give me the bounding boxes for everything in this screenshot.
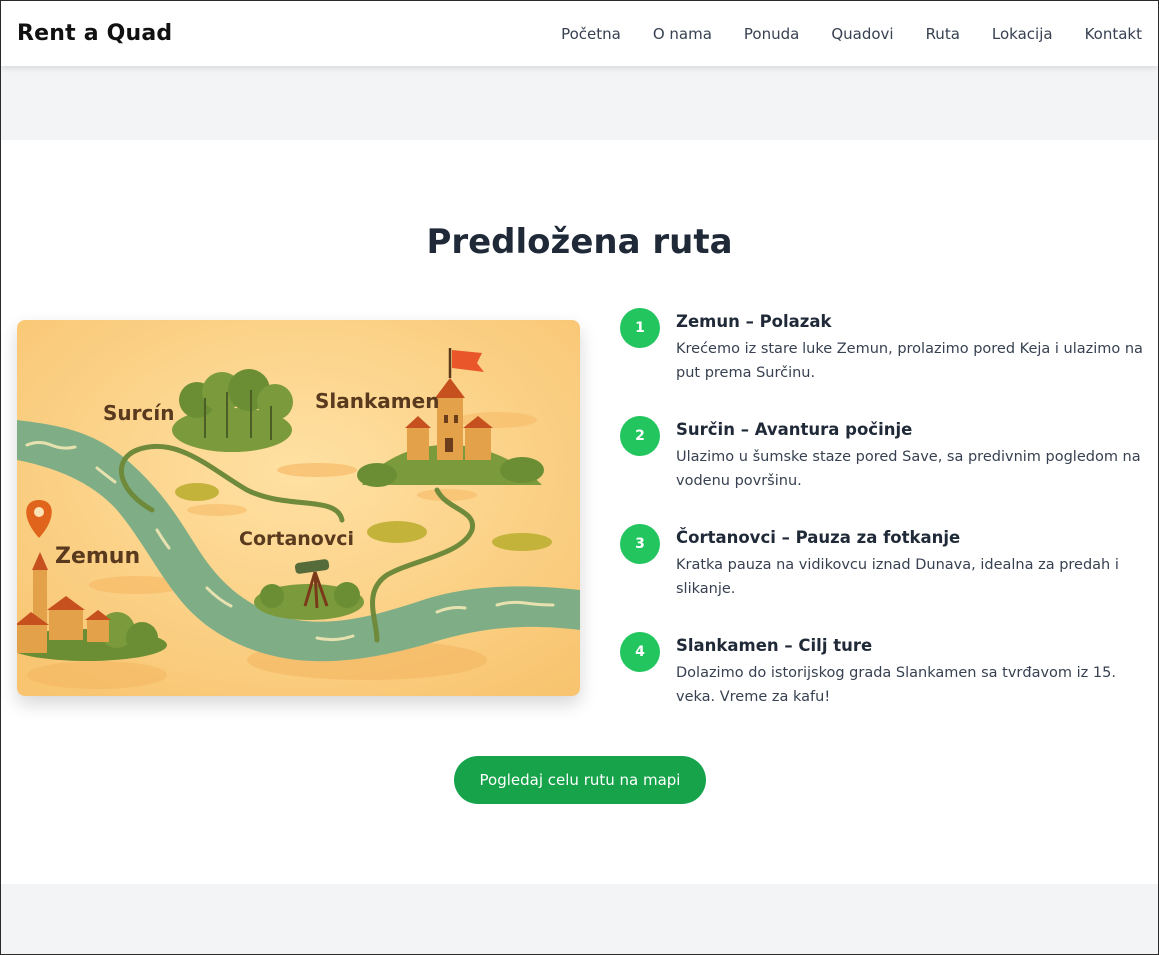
route-map-illustration: Surcín Slankamen Cortanovci Zemun	[17, 320, 580, 696]
site-header: Rent a Quad Početna O nama Ponuda Quadov…	[1, 1, 1158, 66]
step-number-badge: 4	[620, 632, 660, 672]
map-label-zemun: Zemun	[55, 544, 140, 569]
step-title: Surčin – Avantura počinje	[676, 420, 913, 439]
nav-link-o-nama[interactable]: O nama	[653, 25, 712, 43]
view-route-map-button[interactable]: Pogledaj celu rutu na mapi	[454, 756, 706, 804]
route-step: 2 Surčin – Avantura počinje Ulazimo u šu…	[620, 416, 1150, 524]
route-step: 4 Slankamen – Cilj ture Dolazimo do isto…	[620, 632, 1150, 740]
main-nav: Početna O nama Ponuda Quadovi Ruta Lokac…	[529, 25, 1142, 43]
nav-link-kontakt[interactable]: Kontakt	[1085, 25, 1142, 43]
nav-link-pocetna[interactable]: Početna	[561, 25, 621, 43]
route-step: 3 Čortanovci – Pauza za fotkanje Kratka …	[620, 524, 1150, 632]
step-number-badge: 1	[620, 308, 660, 348]
step-number-badge: 2	[620, 416, 660, 456]
route-step: 1 Zemun – Polazak Krećemo iz stare luke …	[620, 308, 1150, 416]
step-description: Ulazimo u šumske staze pored Save, sa pr…	[676, 449, 1141, 489]
route-section: Predložena ruta Surcín Slankamen Cortano…	[1, 140, 1158, 884]
step-description: Kratka pauza na vidikovcu iznad Dunava, …	[676, 557, 1119, 597]
step-description: Dolazimo do istorijskog grada Slankamen …	[676, 665, 1116, 705]
nav-link-ponuda[interactable]: Ponuda	[744, 25, 799, 43]
step-title: Zemun – Polazak	[676, 312, 832, 331]
site-logo[interactable]: Rent a Quad	[17, 21, 172, 46]
step-title: Čortanovci – Pauza za fotkanje	[676, 528, 961, 547]
step-description: Krećemo iz stare luke Zemun, prolazimo p…	[676, 341, 1143, 381]
section-title: Predložena ruta	[426, 222, 733, 262]
step-title: Slankamen – Cilj ture	[676, 636, 873, 655]
nav-link-quadovi[interactable]: Quadovi	[831, 25, 893, 43]
nav-link-lokacija[interactable]: Lokacija	[992, 25, 1053, 43]
nav-link-ruta[interactable]: Ruta	[926, 25, 960, 43]
step-number-badge: 3	[620, 524, 660, 564]
route-steps: 1 Zemun – Polazak Krećemo iz stare luke …	[620, 308, 1150, 740]
map-label-surcin: Surcín	[103, 401, 174, 425]
map-label-slankamen: Slankamen	[315, 389, 439, 413]
map-label-cortanovci: Cortanovci	[239, 528, 354, 550]
map-svg: Surcín Slankamen Cortanovci Zemun	[17, 320, 580, 696]
